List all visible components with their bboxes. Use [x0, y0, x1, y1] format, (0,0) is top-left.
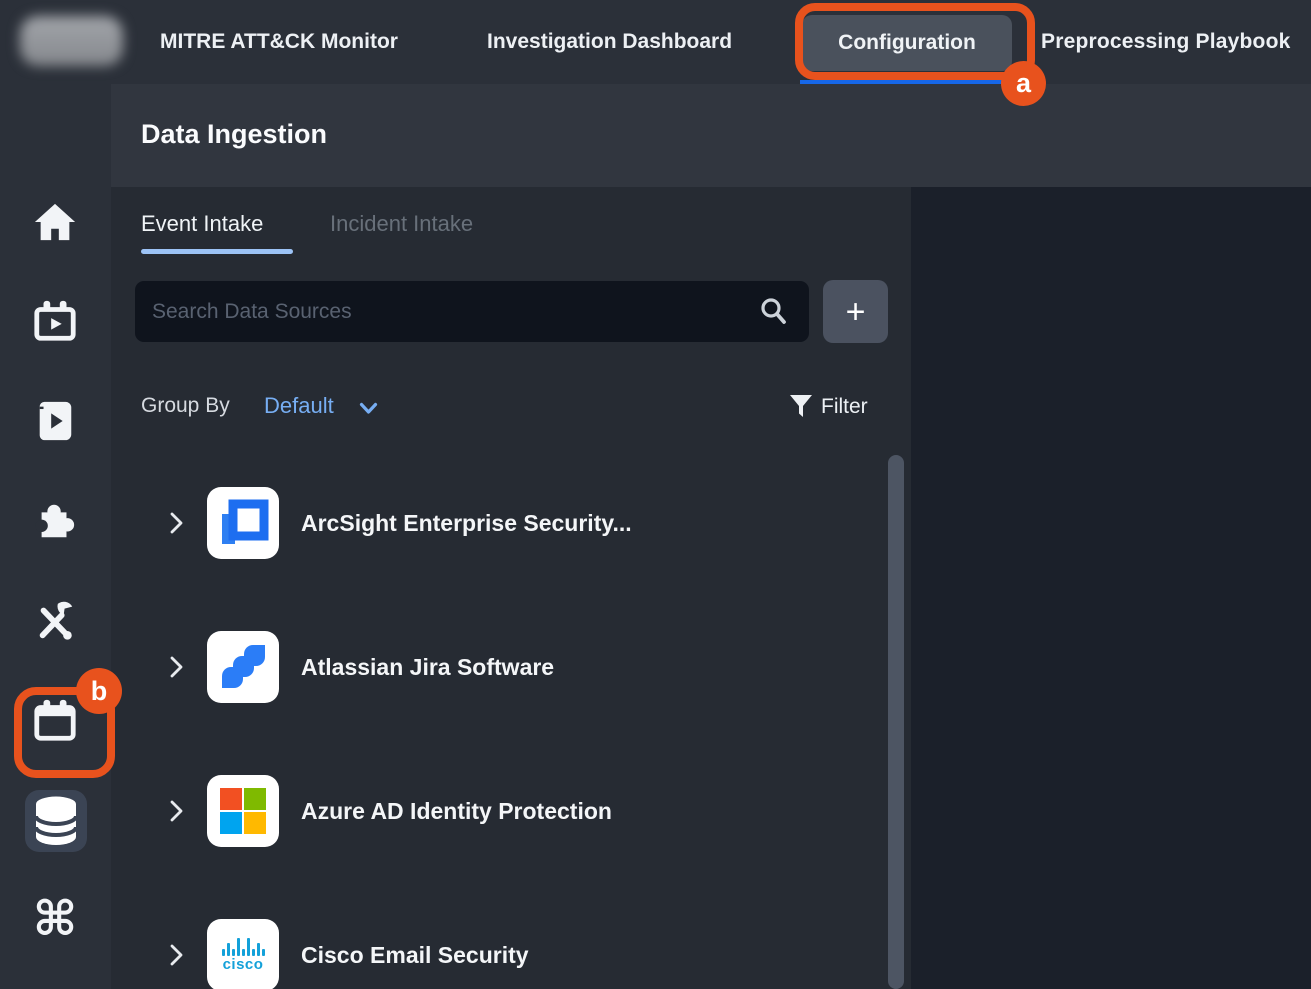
annotation-ring-a: [795, 3, 1035, 80]
arcsight-logo: [207, 487, 279, 559]
nav-tab-mitre-attack-monitor[interactable]: MITRE ATT&CK Monitor: [160, 0, 398, 84]
data-source-name: Cisco Email Security: [301, 942, 529, 969]
data-source-name: Atlassian Jira Software: [301, 654, 554, 681]
sidebar-item-marketplace[interactable]: [31, 497, 79, 545]
nav-tab-investigation-dashboard[interactable]: Investigation Dashboard: [487, 0, 732, 84]
database-icon: [32, 795, 80, 847]
page-title: Data Ingestion: [141, 119, 327, 150]
expand-chevron-icon[interactable]: [165, 798, 189, 824]
jira-logo: [207, 631, 279, 703]
playbook-icon: [32, 399, 78, 443]
search-data-sources-input[interactable]: [135, 281, 809, 342]
expand-chevron-icon[interactable]: [165, 654, 189, 680]
detail-panel-empty: [911, 187, 1311, 989]
expand-chevron-icon[interactable]: [165, 510, 189, 536]
search-icon[interactable]: [758, 296, 790, 328]
sidebar-item-home[interactable]: [31, 198, 79, 246]
add-data-source-button[interactable]: +: [823, 280, 888, 343]
data-source-row-jira[interactable]: Atlassian Jira Software: [135, 595, 885, 739]
tools-icon: [32, 599, 78, 643]
sidebar-item-data-ingestion-selected[interactable]: [25, 790, 87, 852]
command-icon: ⌘: [33, 896, 78, 944]
home-icon: [32, 200, 78, 244]
annotation-badge-b: b: [76, 668, 122, 714]
data-source-name: Azure AD Identity Protection: [301, 798, 612, 825]
app-root: MITRE ATT&CK Monitor Investigation Dashb…: [0, 0, 1311, 989]
group-by-label: Group By: [141, 394, 230, 418]
sidebar-item-scheduled-runs[interactable]: [31, 297, 79, 345]
scrollbar-thumb[interactable]: [888, 455, 904, 989]
data-source-row-arcsight[interactable]: ArcSight Enterprise Security...: [135, 451, 885, 595]
data-source-row-azure-ad[interactable]: Azure AD Identity Protection: [135, 739, 885, 883]
microsoft-logo: [207, 775, 279, 847]
sidebar-item-settings-tools[interactable]: [31, 597, 79, 645]
sidebar-item-automation[interactable]: ⌘: [31, 896, 79, 944]
group-by-dropdown[interactable]: Default: [264, 393, 334, 419]
filter-button[interactable]: Filter: [821, 395, 868, 419]
data-source-name: ArcSight Enterprise Security...: [301, 510, 632, 537]
sidebar-item-playbooks[interactable]: [31, 397, 79, 445]
tab-incident-intake[interactable]: Incident Intake: [330, 211, 473, 237]
data-source-row-cisco[interactable]: cisco Cisco Email Security: [135, 883, 885, 989]
cisco-logo-bars: [222, 938, 265, 956]
puzzle-icon: [32, 499, 78, 543]
expand-chevron-icon[interactable]: [165, 942, 189, 968]
cisco-logo: cisco: [207, 919, 279, 989]
annotation-badge-a: a: [1001, 61, 1046, 106]
filter-funnel-icon[interactable]: [789, 395, 813, 418]
sidebar: ⌘: [0, 84, 111, 989]
nav-tab-preprocessing-playbook[interactable]: Preprocessing Playbook: [1041, 0, 1291, 84]
chevron-down-icon[interactable]: [359, 402, 378, 416]
app-logo-blurred: [20, 16, 123, 66]
tab-event-intake-underline: [141, 249, 293, 254]
calendar-play-icon: [32, 299, 78, 343]
cisco-logo-text: cisco: [223, 957, 264, 972]
top-nav-bar: MITRE ATT&CK Monitor Investigation Dashb…: [0, 0, 1311, 84]
tab-event-intake[interactable]: Event Intake: [141, 211, 263, 237]
